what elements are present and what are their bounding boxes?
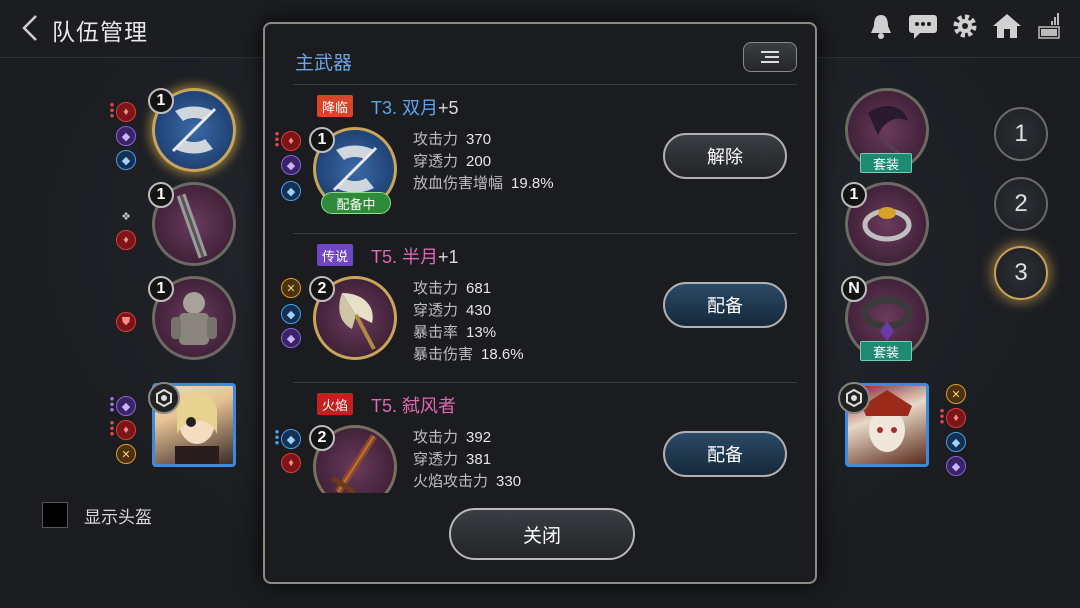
- gem-indicator-dots: [110, 420, 114, 436]
- page-title: 队伍管理: [52, 19, 148, 45]
- chat-icon[interactable]: [908, 10, 938, 42]
- equip-button[interactable]: 配备: [663, 431, 787, 477]
- team-button-3[interactable]: 3: [994, 246, 1048, 300]
- show-helmet-label: 显示头盔: [84, 507, 152, 527]
- gold-gem-icon: ✕: [116, 444, 136, 464]
- level-badge: N: [841, 276, 867, 302]
- gear-icon[interactable]: [950, 10, 980, 42]
- fire-gem-icon: ♦: [946, 408, 966, 428]
- level-badge: 1: [148, 88, 174, 114]
- home-icon[interactable]: [992, 10, 1022, 42]
- fire-gem-icon: ♦: [281, 453, 301, 473]
- weapon-item[interactable]: 传说 T5. 半月+1 ✕ ◆ ◆ 2 攻击力 681 穿透力 430 暴击率 13%…: [265, 244, 819, 392]
- grade-tag: 传说: [317, 244, 354, 266]
- gold-gem-icon: ✕: [946, 384, 966, 404]
- fire-gem-icon: ♦: [116, 230, 136, 250]
- purple-gem-icon: ◆: [116, 126, 136, 146]
- class-emblem-icon: [838, 382, 870, 414]
- blue-gem-icon: ◆: [281, 304, 301, 324]
- item-stats: 攻击力 681 穿透力 430 暴击率 13% 暴击伤害 18.6%: [413, 278, 524, 366]
- grade-tag: 降临: [317, 95, 354, 117]
- stat-line: 放血伤害增幅 19.8%: [413, 175, 554, 192]
- show-helmet-checkbox[interactable]: [42, 502, 68, 528]
- show-helmet-toggle[interactable]: 显示头盔: [42, 502, 152, 528]
- blue-gem-icon: ◆: [946, 432, 966, 452]
- item-name: T3. 双月+5: [371, 98, 459, 118]
- gold-gem-icon: ✕: [281, 278, 301, 298]
- team-button-1[interactable]: 1: [994, 107, 1048, 161]
- stat-line: 攻击力 392: [413, 429, 492, 446]
- grey-gem-icon: ❖: [121, 210, 131, 223]
- item-stats: 攻击力 370 穿透力 200 放血伤害增幅 19.8%: [413, 129, 554, 195]
- class-emblem-icon: [148, 382, 180, 414]
- gem-indicator-dots: [940, 408, 944, 424]
- back-icon: [22, 15, 37, 41]
- weapon-item[interactable]: 降临 T3. 双月+5 ♦ ◆ ◆ 1 配备中 攻击力 370 穿透力 200 放血…: [265, 95, 819, 243]
- level-badge: 1: [148, 182, 174, 208]
- filter-button[interactable]: [743, 42, 797, 72]
- weapon-item[interactable]: 火焰 T5. 弑风者 ◆ ♦ 2 攻击力 392 穿透力 381 火焰攻击力 330 …: [265, 393, 819, 493]
- item-name: T5. 半月+1: [371, 247, 459, 267]
- purple-gem-icon: ◆: [116, 396, 136, 416]
- gem-indicator-dots: [275, 131, 279, 147]
- blue-gem-icon: ◆: [116, 150, 136, 170]
- item-stats: 攻击力 392 穿透力 381 火焰攻击力 330: [413, 427, 521, 493]
- item-name: T5. 弑风者: [371, 396, 457, 416]
- back-button[interactable]: [14, 10, 50, 46]
- battery-signal-icon: [1034, 10, 1064, 42]
- top-icon-bar: [866, 10, 1064, 42]
- level-badge: 1: [148, 276, 174, 302]
- level-badge: 2: [309, 276, 335, 302]
- gem-indicator-dots: [110, 102, 114, 118]
- set-tag: 套装: [860, 153, 912, 173]
- stat-line: 攻击力 681: [413, 280, 492, 297]
- weapon-select-modal: 主武器 降临 T3. 双月+5 ♦ ◆ ◆ 1 配备中 攻击力 370 穿透力 20…: [263, 22, 817, 584]
- bell-icon[interactable]: [866, 10, 896, 42]
- divider: [293, 233, 797, 234]
- purple-gem-icon: ◆: [946, 456, 966, 476]
- gem-indicator-dots: [110, 396, 114, 412]
- blue-gem-icon: ◆: [281, 429, 301, 449]
- team-button-2[interactable]: 2: [994, 177, 1048, 231]
- fire-gem-icon: ♦: [116, 102, 136, 122]
- blue-gem-icon: ◆: [281, 181, 301, 201]
- purple-gem-icon: ◆: [281, 155, 301, 175]
- set-tag: 套装: [860, 341, 912, 361]
- equip-button[interactable]: 配备: [663, 282, 787, 328]
- level-badge: 2: [309, 425, 335, 451]
- grade-tag: 火焰: [317, 393, 354, 415]
- stat-line: 攻击力 370: [413, 131, 492, 148]
- stat-line: 穿透力 430: [413, 302, 492, 319]
- equipped-badge: 配备中: [321, 192, 391, 214]
- gem-indicator-dots: [275, 429, 279, 445]
- level-badge: 1: [309, 127, 335, 153]
- close-button[interactable]: 关闭: [449, 508, 635, 560]
- stat-line: 火焰攻击力 330: [413, 473, 522, 490]
- unequip-button[interactable]: 解除: [663, 133, 787, 179]
- filter-icon: [761, 51, 779, 63]
- stat-line: 穿透力 200: [413, 153, 492, 170]
- level-badge: 1: [841, 182, 867, 208]
- stat-line: 穿透力 381: [413, 451, 492, 468]
- divider: [293, 84, 797, 85]
- fire-gem-icon: ♦: [116, 420, 136, 440]
- purple-gem-icon: ◆: [281, 328, 301, 348]
- stat-line: 暴击率 13%: [413, 324, 497, 341]
- fire-gem-icon: ♦: [281, 131, 301, 151]
- divider: [293, 382, 797, 383]
- modal-title: 主武器: [295, 53, 353, 74]
- stat-line: 暴击伤害 18.6%: [413, 346, 524, 363]
- armor-gem-icon: ⛊: [116, 312, 136, 332]
